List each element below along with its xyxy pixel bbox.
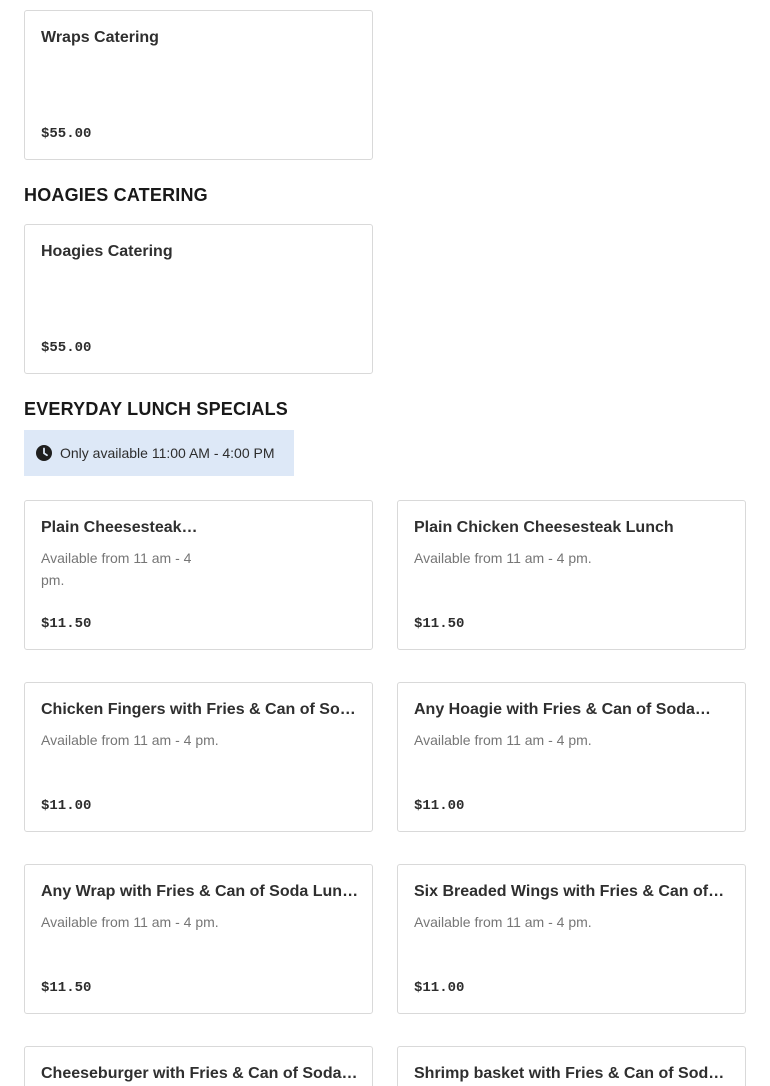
- menu-item-title: Plain Cheesesteak…: [41, 519, 198, 536]
- menu-item-card[interactable]: Plain Cheesesteak… Available from 11 am …: [24, 500, 373, 650]
- menu-item-card[interactable]: Cheeseburger with Fries & Can of Soda…: [24, 1046, 373, 1086]
- menu-item-price: $11.00: [414, 980, 465, 996]
- menu-item-price: $11.00: [41, 798, 92, 814]
- menu-item-card[interactable]: Plain Chicken Cheesesteak Lunch Availabl…: [397, 500, 746, 650]
- menu-item-description: Available from 11 am - 4 pm.: [41, 732, 219, 748]
- menu-item-title: Any Wrap with Fries & Can of Soda Lunch: [41, 883, 360, 900]
- section-heading-everyday-lunch-specials: EVERYDAY LUNCH SPECIALS: [24, 399, 288, 419]
- menu-item-description: Available from 11 am - 4 pm.: [41, 550, 192, 588]
- menu-item-price: $11.50: [41, 616, 92, 632]
- menu-item-price: $55.00: [41, 126, 92, 142]
- menu-item-card[interactable]: Chicken Fingers with Fries & Can of Soda…: [24, 682, 373, 832]
- clock-icon: [36, 445, 52, 461]
- menu-item-card[interactable]: Any Hoagie with Fries & Can of Soda… Ava…: [397, 682, 746, 832]
- menu-item-price: $11.00: [414, 798, 465, 814]
- menu-item-title: Plain Chicken Cheesesteak Lunch: [414, 519, 674, 536]
- menu-item-card[interactable]: Wraps Catering $55.00: [24, 10, 373, 160]
- section-heading-hoagies-catering: HOAGIES CATERING: [24, 185, 208, 205]
- menu-item-title: Chicken Fingers with Fries & Can of Soda…: [41, 701, 360, 718]
- menu-item-title: Cheeseburger with Fries & Can of Soda…: [41, 1065, 358, 1082]
- menu-item-card[interactable]: Hoagies Catering $55.00: [24, 224, 373, 374]
- menu-item-title: Six Breaded Wings with Fries & Can of…: [414, 883, 725, 900]
- menu-item-description: Available from 11 am - 4 pm.: [414, 914, 592, 930]
- menu-item-card[interactable]: Any Wrap with Fries & Can of Soda Lunch …: [24, 864, 373, 1014]
- menu-item-price: $55.00: [41, 340, 92, 356]
- menu-item-price: $11.50: [41, 980, 92, 996]
- menu-item-price: $11.50: [414, 616, 465, 632]
- menu-item-description: Available from 11 am - 4 pm.: [414, 732, 592, 748]
- menu-item-description: Available from 11 am - 4 pm.: [414, 550, 592, 566]
- menu-item-title: Hoagies Catering: [41, 243, 173, 260]
- availability-banner: Only available 11:00 AM - 4:00 PM: [24, 430, 294, 476]
- menu-item-title: Wraps Catering: [41, 29, 159, 46]
- availability-text: Only available 11:00 AM - 4:00 PM: [60, 445, 275, 461]
- menu-item-title: Any Hoagie with Fries & Can of Soda…: [414, 701, 711, 718]
- menu-item-description: Available from 11 am - 4 pm.: [41, 914, 219, 930]
- menu-item-title: Shrimp basket with Fries & Can of Soda…: [414, 1065, 733, 1082]
- menu-item-card[interactable]: Six Breaded Wings with Fries & Can of… A…: [397, 864, 746, 1014]
- menu-item-card[interactable]: Shrimp basket with Fries & Can of Soda…: [397, 1046, 746, 1086]
